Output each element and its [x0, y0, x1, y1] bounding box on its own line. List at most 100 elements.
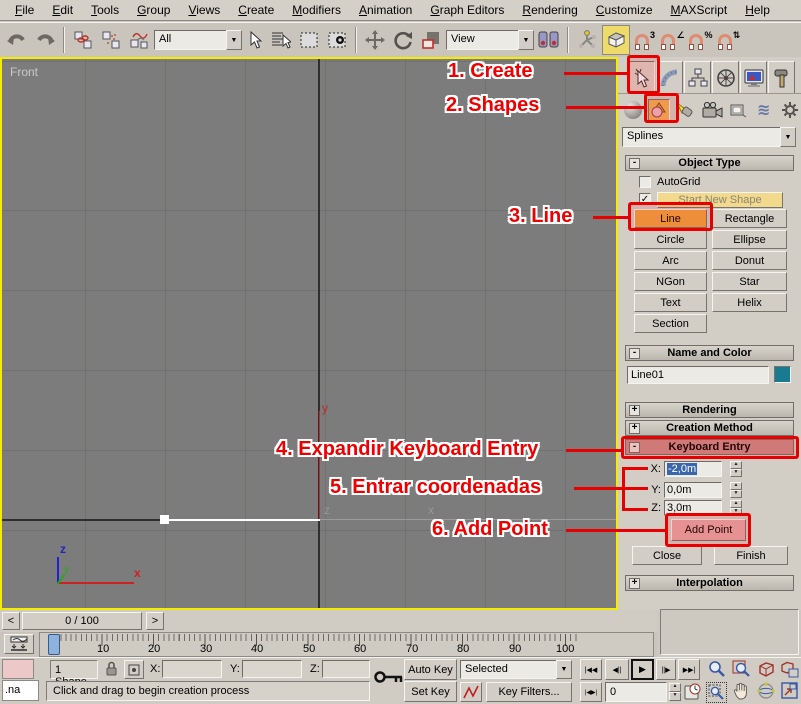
percent-snap-icon[interactable]: %	[688, 26, 714, 54]
select-and-rotate-icon[interactable]	[390, 26, 416, 54]
rollout-rendering[interactable]: + Rendering	[625, 402, 794, 418]
play-button[interactable]: ▶	[631, 659, 654, 680]
menu-tools[interactable]: Tools	[82, 1, 128, 20]
next-frame-button[interactable]: ||▶	[656, 659, 676, 680]
time-configuration-icon[interactable]	[684, 683, 701, 700]
star-button[interactable]: Star	[712, 272, 787, 291]
zoom-icon[interactable]	[707, 660, 726, 679]
zoom-extents-all-icon[interactable]	[780, 660, 799, 679]
menu-graph-editors[interactable]: Graph Editors	[421, 1, 513, 20]
collapse-icon[interactable]: -	[629, 158, 640, 169]
circle-button[interactable]: Circle	[634, 230, 707, 249]
x-coord-spinner[interactable]: ▲▼	[730, 461, 742, 477]
y-coord-field[interactable]: 0,0m	[664, 482, 722, 498]
maxscript-mini-listener-pink[interactable]	[2, 659, 34, 679]
set-key-mode-key-icon[interactable]	[374, 666, 404, 688]
default-tangent-icon[interactable]	[460, 682, 482, 702]
auto-key-button[interactable]: Auto Key	[404, 659, 457, 680]
menu-customize[interactable]: Customize	[587, 1, 662, 20]
spinner-snap-icon[interactable]: ⇅	[716, 26, 742, 54]
selection-filter-dropdown[interactable]: All ▼	[154, 30, 242, 50]
tab-motion[interactable]	[712, 61, 739, 93]
tab-utilities[interactable]	[768, 61, 795, 93]
collapse-icon[interactable]: -	[629, 348, 640, 359]
ngon-button[interactable]: NGon	[634, 272, 707, 291]
angle-snap-icon[interactable]: ∠	[660, 26, 686, 54]
select-and-move-icon[interactable]	[362, 26, 388, 54]
rollout-interpolation[interactable]: + Interpolation	[625, 575, 794, 591]
frame-spinner[interactable]: ▲▼	[669, 683, 681, 701]
absolute-offset-mode-button[interactable]	[124, 660, 144, 679]
bind-to-space-warp-icon[interactable]	[126, 26, 152, 54]
previous-frame-button[interactable]: ◀||	[605, 659, 629, 680]
maxscript-mini-listener-white[interactable]: .na	[2, 680, 39, 701]
key-filters-button[interactable]: Key Filters...	[486, 682, 572, 702]
mini-curve-editor-button[interactable]	[4, 634, 34, 654]
rollout-creation-method[interactable]: + Creation Method	[625, 420, 794, 436]
track-bar[interactable]: 0 10 20 30 40 50 60 70 80 90 100	[0, 632, 657, 657]
track-bar-ruler[interactable]: 0 10 20 30 40 50 60 70 80 90 100	[39, 632, 654, 657]
selection-lock-icon[interactable]	[104, 661, 119, 677]
set-key-button[interactable]: Set Key	[404, 681, 457, 702]
category-geometry-icon[interactable]	[622, 99, 644, 122]
dropdown-arrow-icon[interactable]: ▼	[556, 660, 572, 679]
expand-icon[interactable]: +	[629, 578, 640, 589]
min-max-toggle-icon[interactable]	[781, 682, 798, 699]
zoom-extents-icon[interactable]	[757, 660, 776, 679]
expand-icon[interactable]: +	[629, 423, 640, 434]
snaps-toggle-icon[interactable]	[602, 25, 630, 55]
category-cameras-icon[interactable]	[700, 99, 722, 122]
tab-hierarchy[interactable]	[684, 61, 711, 93]
window-crossing-icon[interactable]	[324, 26, 350, 54]
status-y-field[interactable]	[242, 660, 302, 678]
finish-button[interactable]: Finish	[714, 546, 788, 565]
rollout-object-type[interactable]: - Object Type	[625, 155, 794, 171]
selection-set-dropdown[interactable]: Selected ▼	[460, 660, 572, 679]
menu-group[interactable]: Group	[128, 1, 179, 20]
category-space-warps-icon[interactable]: ≋	[753, 99, 775, 122]
x-coord-field[interactable]: -2,0m	[664, 461, 722, 477]
donut-button[interactable]: Donut	[712, 251, 787, 270]
dropdown-arrow-icon[interactable]: ▼	[518, 30, 534, 50]
unlink-selection-icon[interactable]	[98, 26, 124, 54]
menu-animation[interactable]: Animation	[350, 1, 421, 20]
select-and-link-icon[interactable]	[70, 26, 96, 54]
zoom-all-icon[interactable]	[732, 660, 751, 679]
tab-modify[interactable]	[656, 61, 683, 93]
tab-display[interactable]	[740, 61, 767, 93]
redo-icon[interactable]	[32, 26, 58, 54]
helix-button[interactable]: Helix	[712, 293, 787, 312]
select-and-manipulate-icon[interactable]	[574, 26, 600, 54]
go-to-start-button[interactable]: |◀◀	[580, 659, 602, 680]
menu-edit[interactable]: Edit	[43, 1, 82, 20]
menu-rendering[interactable]: Rendering	[513, 1, 586, 20]
menu-help[interactable]: Help	[736, 1, 779, 20]
autogrid-checkbox[interactable]	[639, 176, 651, 188]
dropdown-arrow-icon[interactable]: ▼	[780, 127, 796, 147]
reference-coord-system-dropdown[interactable]: View ▼	[446, 30, 534, 50]
select-and-scale-icon[interactable]	[418, 26, 444, 54]
menu-maxscript[interactable]: MAXScript	[662, 1, 737, 20]
time-slider-handle[interactable]: 0 / 100	[22, 612, 142, 630]
y-coord-spinner[interactable]: ▲▼	[730, 482, 742, 498]
menu-views[interactable]: Views	[179, 1, 229, 20]
menu-modifiers[interactable]: Modifiers	[283, 1, 350, 20]
close-button[interactable]: Close	[632, 546, 702, 565]
snap-3d-icon[interactable]: 3	[632, 26, 658, 54]
status-x-field[interactable]	[162, 660, 222, 678]
use-pivot-point-icon[interactable]	[536, 26, 562, 54]
pan-hand-icon[interactable]	[732, 682, 750, 700]
category-helpers-icon[interactable]	[727, 99, 749, 122]
shape-category-dropdown[interactable]: Splines ▼	[622, 127, 796, 147]
select-by-name-icon[interactable]	[268, 26, 294, 54]
go-to-end-button[interactable]: ▶▶|	[678, 659, 700, 680]
current-frame-field[interactable]: 0	[605, 682, 667, 702]
object-color-swatch[interactable]	[774, 366, 791, 383]
object-name-field[interactable]: Line01	[627, 366, 769, 384]
text-button[interactable]: Text	[634, 293, 707, 312]
region-zoom-icon[interactable]	[706, 682, 727, 703]
ellipse-button[interactable]: Ellipse	[712, 230, 787, 249]
arc-button[interactable]: Arc	[634, 251, 707, 270]
time-slider-prev-button[interactable]: <	[2, 612, 20, 630]
select-object-icon[interactable]	[244, 26, 266, 54]
